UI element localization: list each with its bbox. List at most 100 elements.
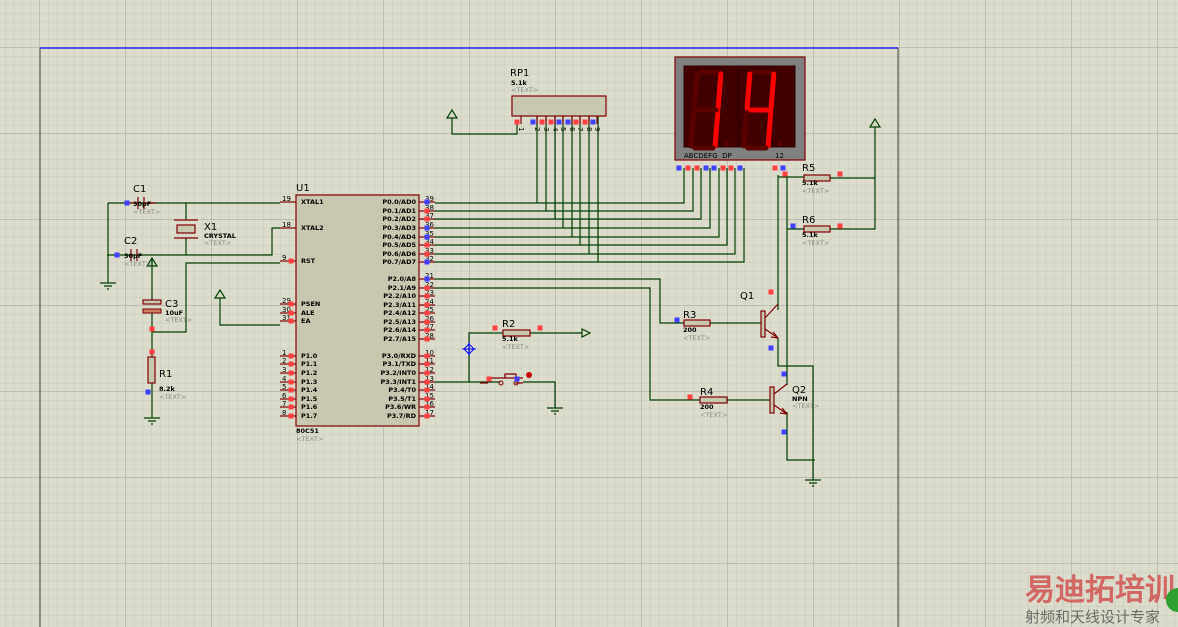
pin-marker[interactable]	[114, 252, 120, 258]
pin-marker[interactable]	[780, 165, 786, 171]
pin-marker[interactable]	[424, 353, 430, 359]
pin-marker[interactable]	[149, 326, 155, 332]
pin-marker[interactable]	[573, 119, 579, 125]
pin-marker[interactable]	[288, 387, 294, 393]
pin-marker[interactable]	[703, 165, 709, 171]
pin-marker[interactable]	[424, 199, 430, 205]
pin-marker[interactable]	[737, 165, 743, 171]
pin-marker[interactable]	[424, 387, 430, 393]
pin-marker[interactable]	[424, 404, 430, 410]
q1-reference: Q1	[740, 291, 754, 302]
label-q1: Q1	[740, 291, 754, 302]
rp1-pin-number: 2	[533, 127, 541, 131]
pin-name: P1.5	[301, 395, 318, 403]
pin-marker[interactable]	[514, 376, 520, 382]
watermark-line1: 易迪拓培训	[1025, 573, 1175, 608]
schematic-canvas[interactable]: 19 XTAL118 XTAL29 RST29 PSEN30 ALE31 EA1 P1.02 P…	[0, 0, 1178, 627]
pin-marker[interactable]	[424, 276, 430, 282]
pin-marker[interactable]	[424, 208, 430, 214]
pin-marker[interactable]	[720, 165, 726, 171]
pin-marker[interactable]	[288, 379, 294, 385]
microcontroller-u1[interactable]: 19 XTAL118 XTAL29 RST29 PSEN30 ALE31 EA1 P1.02 P…	[280, 183, 435, 443]
pin-marker[interactable]	[424, 251, 430, 257]
pin-marker[interactable]	[288, 404, 294, 410]
pin-marker[interactable]	[424, 285, 430, 291]
pin-marker[interactable]	[288, 353, 294, 359]
pin-number: 18	[282, 221, 291, 229]
pin-marker[interactable]	[514, 119, 520, 125]
pin-marker[interactable]	[424, 336, 430, 342]
pin-marker[interactable]	[424, 319, 430, 325]
pin-marker[interactable]	[149, 349, 155, 355]
pin-name: P3.4/T0	[388, 386, 416, 394]
pin-name: P2.1/A9	[388, 284, 417, 292]
segment-b	[768, 71, 777, 111]
rp1-pin-number: 9	[593, 127, 601, 131]
pin-marker[interactable]	[424, 259, 430, 265]
pin-marker[interactable]	[768, 289, 774, 295]
pin-marker[interactable]	[674, 317, 680, 323]
pin-marker[interactable]	[837, 223, 843, 229]
pin-marker[interactable]	[288, 258, 294, 264]
pin-marker[interactable]	[424, 327, 430, 333]
pin-marker[interactable]	[424, 361, 430, 367]
c1-text-placeholder: <TEXT>	[133, 208, 160, 216]
pin-marker[interactable]	[782, 171, 788, 177]
pin-name: XTAL1	[301, 198, 324, 206]
pin-marker[interactable]	[124, 200, 130, 206]
pin-marker[interactable]	[694, 165, 700, 171]
pin-marker[interactable]	[424, 216, 430, 222]
pin-marker[interactable]	[772, 165, 778, 171]
pin-marker[interactable]	[424, 302, 430, 308]
pin-marker[interactable]	[530, 119, 536, 125]
pin-marker[interactable]	[424, 379, 430, 385]
pin-marker[interactable]	[728, 165, 734, 171]
pin-marker[interactable]	[781, 429, 787, 435]
u1-text-placeholder: <TEXT>	[296, 435, 323, 443]
pin-marker[interactable]	[424, 396, 430, 402]
pin-marker[interactable]	[424, 413, 430, 419]
pin-marker[interactable]	[837, 171, 843, 177]
pin-marker[interactable]	[768, 345, 774, 351]
segment-c	[712, 109, 721, 149]
pin-marker[interactable]	[288, 310, 294, 316]
pin-marker[interactable]	[145, 389, 151, 395]
resistor-r1[interactable]	[147, 356, 156, 384]
pin-marker[interactable]	[548, 119, 554, 125]
pin-marker[interactable]	[486, 376, 492, 382]
pin-marker[interactable]	[537, 325, 543, 331]
pin-marker[interactable]	[424, 225, 430, 231]
pin-marker[interactable]	[288, 318, 294, 324]
pin-marker[interactable]	[288, 396, 294, 402]
pin-marker[interactable]	[590, 119, 596, 125]
pin-marker[interactable]	[288, 301, 294, 307]
pin-marker[interactable]	[424, 234, 430, 240]
pin-marker[interactable]	[424, 370, 430, 376]
pin-marker[interactable]	[676, 165, 682, 171]
pin-marker[interactable]	[288, 370, 294, 376]
pin-name: P1.6	[301, 403, 318, 411]
pin-marker[interactable]	[288, 361, 294, 367]
pin-name: P3.3/INT1	[381, 378, 417, 386]
pin-marker[interactable]	[288, 413, 294, 419]
segment-dp	[777, 141, 783, 147]
rp1-pin-number: 4	[551, 127, 559, 132]
pin-marker[interactable]	[556, 119, 562, 125]
pin-marker[interactable]	[582, 119, 588, 125]
seven-segment-display[interactable]: ABCDEFG DP 12	[674, 56, 806, 161]
pin-marker[interactable]	[687, 394, 693, 400]
r4-reference: R4	[700, 387, 713, 398]
pin-marker[interactable]	[790, 223, 796, 229]
pin-name: P0.3/AD3	[382, 224, 416, 232]
pin-marker[interactable]	[424, 293, 430, 299]
pin-name: ALE	[301, 309, 315, 317]
pin-marker[interactable]	[685, 165, 691, 171]
pin-marker[interactable]	[424, 242, 430, 248]
pin-marker[interactable]	[565, 119, 571, 125]
pin-marker[interactable]	[492, 325, 498, 331]
pin-marker[interactable]	[424, 310, 430, 316]
pin-marker[interactable]	[539, 119, 545, 125]
pin-marker[interactable]	[781, 371, 787, 377]
c2-reference: C2	[124, 236, 137, 247]
pin-marker[interactable]	[711, 165, 717, 171]
